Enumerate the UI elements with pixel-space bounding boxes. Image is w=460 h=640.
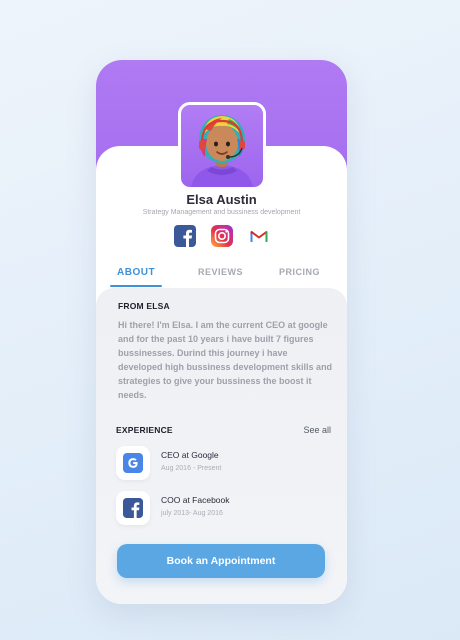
book-appointment-button[interactable]: Book an Appointment: [117, 544, 325, 578]
experience-heading: EXPERIENCE: [116, 425, 173, 435]
google-logo: [116, 446, 150, 480]
gmail-link[interactable]: [247, 224, 271, 248]
about-text: Hi there! I'm Elsa. I am the current CEO…: [118, 320, 333, 400]
experience-title: CEO at Google: [161, 450, 219, 460]
experience-item[interactable]: COO at Facebook july 2013- Aug 2016: [116, 491, 326, 525]
instagram-link[interactable]: [210, 224, 234, 248]
google-icon: [123, 453, 143, 473]
facebook-link[interactable]: [173, 224, 197, 248]
experience-dates: july 2013- Aug 2016: [161, 510, 223, 517]
profile-tabs: ABOUT REVIEWS PRICING: [96, 267, 347, 289]
avatar: [178, 102, 266, 190]
see-all-link[interactable]: See all: [303, 425, 331, 435]
experience-dates: Aug 2016 - Present: [161, 465, 222, 472]
tab-reviews[interactable]: REVIEWS: [198, 267, 243, 277]
avatar-illustration: [191, 115, 253, 187]
profile-card: Elsa Austin Strategy Management and buss…: [96, 60, 347, 604]
instagram-icon: [211, 225, 233, 247]
profile-subtitle: Strategy Management and bussiness develo…: [142, 209, 301, 216]
tab-about[interactable]: ABOUT: [117, 267, 155, 278]
experience-item[interactable]: CEO at Google Aug 2016 - Present: [116, 446, 326, 480]
facebook-icon: [123, 498, 143, 518]
facebook-logo: [116, 491, 150, 525]
active-tab-indicator: [110, 285, 162, 287]
about-panel: FROM ELSA Hi there! I'm Elsa. I am the c…: [96, 288, 347, 604]
gmail-icon: [250, 230, 268, 242]
social-links: [96, 224, 347, 248]
about-heading: FROM ELSA: [118, 301, 170, 311]
profile-name: Elsa Austin: [186, 192, 257, 207]
facebook-icon: [174, 225, 196, 247]
experience-title: COO at Facebook: [161, 495, 230, 505]
tab-pricing[interactable]: PRICING: [279, 267, 320, 277]
